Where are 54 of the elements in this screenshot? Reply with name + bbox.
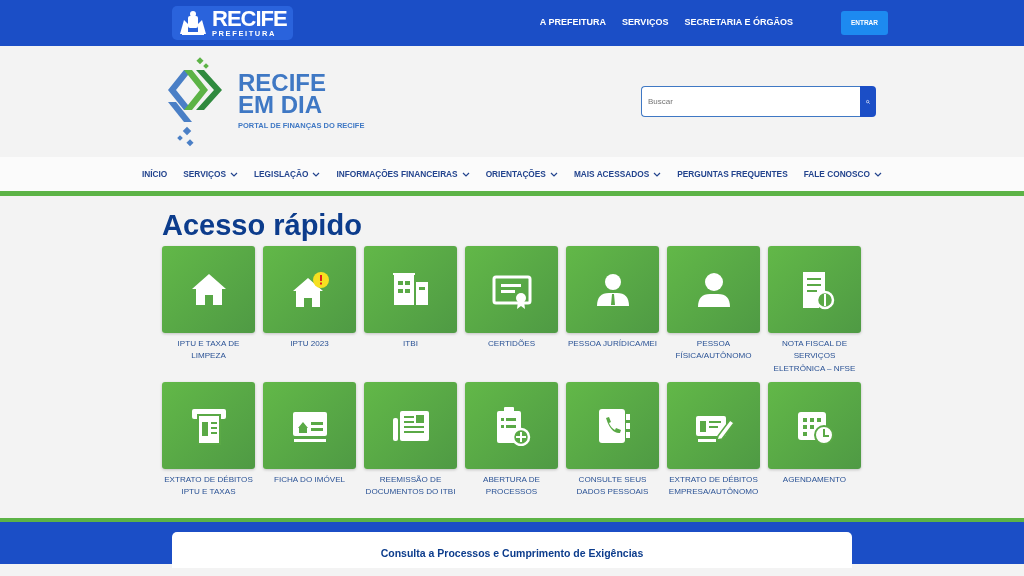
tile-button[interactable] [667, 382, 760, 469]
nav-link[interactable]: SERVIÇOS [183, 167, 238, 181]
nav-link[interactable]: INFORMAÇÕES FINANCEIRAS [336, 167, 470, 181]
nav-link[interactable]: ORIENTAÇÕES [485, 167, 558, 181]
top-nav-link[interactable]: SERVIÇOS [622, 16, 669, 30]
tile-button[interactable] [566, 246, 659, 333]
nav-link[interactable]: MAIS ACESSADOS [573, 167, 662, 181]
tile-label[interactable]: ITBI [403, 338, 418, 382]
tile-label[interactable]: CERTIDÕES [487, 338, 536, 382]
nav-link[interactable]: INÍCIO [141, 167, 168, 181]
tile-label[interactable]: PESSOA JURÍDICA/MEI [567, 338, 658, 382]
tile-label[interactable]: IPTU E TAXA DE LIMPEZA [162, 338, 255, 382]
tile-label[interactable]: EXTRATO DE DÉBITOS EMPRESA/AUTÔNOMO [667, 474, 760, 518]
chevron-down-icon [549, 171, 558, 177]
nav-link[interactable]: PERGUNTAS FREQUENTES [677, 167, 788, 181]
tile-button[interactable] [768, 382, 861, 469]
nav-link[interactable]: LEGISLAÇÃO [254, 167, 321, 181]
tile-button[interactable] [364, 246, 457, 333]
logo-title: RECIFE [238, 71, 327, 94]
chevron-down-icon [653, 171, 662, 177]
top-nav-link[interactable]: A PREFEITURA [539, 16, 607, 30]
tile-label[interactable]: EXTRATO DE DÉBITOS IPTU E TAXAS [162, 474, 255, 518]
tile-label[interactable]: ABERTURA DE PROCESSOS [465, 474, 558, 518]
tile-label[interactable]: AGENDAMENTO [782, 474, 847, 518]
nav-link[interactable]: FALE CONOSCO [803, 167, 883, 181]
tile-label[interactable]: FICHA DO IMÓVEL [273, 474, 346, 518]
tile-button[interactable] [768, 246, 861, 333]
tile-button[interactable] [162, 246, 255, 333]
tile-button[interactable] [566, 382, 659, 469]
tile-button[interactable] [667, 246, 760, 333]
card-title: Consulta a Processos e Cumprimento de Exigências [380, 547, 644, 559]
tile-button[interactable] [364, 382, 457, 469]
tile-label[interactable]: REEMISSÃO DE DOCUMENTOS DO ITBI [364, 474, 457, 518]
search-button[interactable] [860, 86, 876, 117]
tile-label[interactable]: NOTA FISCAL DE SERVIÇOS ELETRÔNICA – NFSE [768, 338, 861, 382]
chevron-down-icon [230, 171, 238, 177]
search-field[interactable]: Buscar [641, 86, 860, 117]
logo-title: RECIFE [212, 8, 287, 30]
logo-title: EM DIA [238, 93, 322, 116]
tile-button[interactable] [263, 246, 356, 333]
tile-button[interactable] [162, 382, 255, 469]
search-icon [866, 97, 870, 106]
top-nav-link[interactable]: SECRETARIA E ÓRGÃOS [684, 16, 793, 30]
tile-button[interactable] [465, 246, 558, 333]
chevron-down-icon [312, 171, 321, 177]
tile-button[interactable] [263, 382, 356, 469]
coat-of-arms-icon [178, 10, 208, 36]
tile-label[interactable]: PESSOA FÍSICA/AUTÔNOMO [667, 338, 760, 382]
tile-button[interactable] [465, 382, 558, 469]
chevron-down-icon [874, 171, 883, 177]
tile-label[interactable]: IPTU 2023 [290, 338, 329, 382]
tile-label[interactable]: CONSULTE SEUS DADOS PESSOAIS [566, 474, 659, 518]
section-heading: Acesso rápido [162, 208, 363, 242]
chevron-down-icon [461, 171, 470, 177]
